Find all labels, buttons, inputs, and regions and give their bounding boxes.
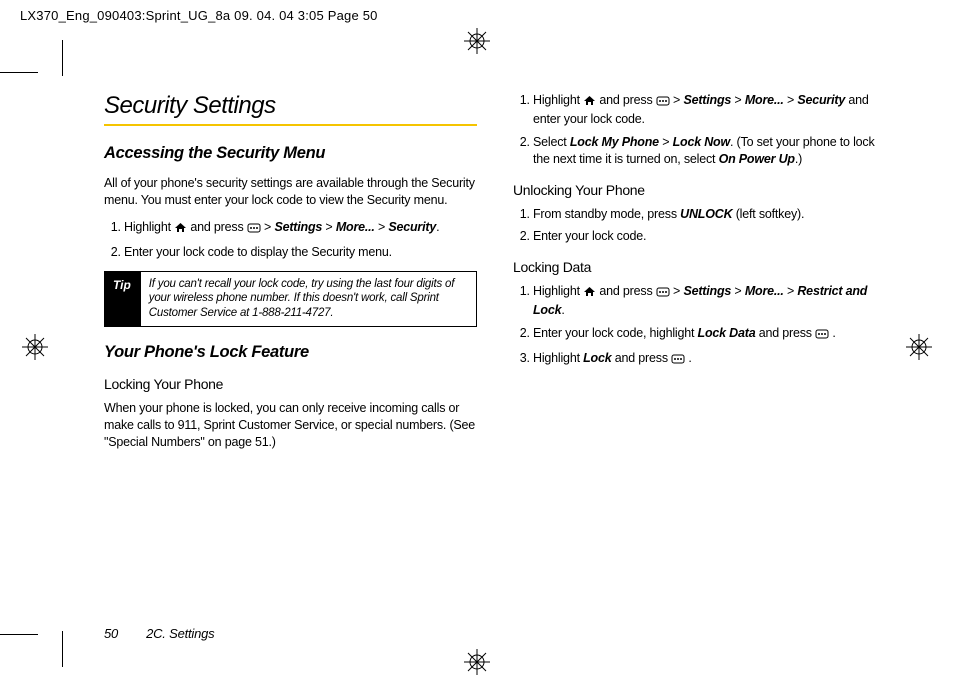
section-label: 2C. Settings <box>146 626 214 641</box>
menu-ok-icon <box>656 285 670 302</box>
step-2: Enter your lock code. <box>533 228 886 245</box>
page-number: 50 <box>104 626 118 641</box>
heading-locking-phone: Locking Your Phone <box>104 376 477 392</box>
menu-ok-icon <box>247 221 261 238</box>
print-header: LX370_Eng_090403:Sprint_UG_8a 09. 04. 04… <box>20 8 378 23</box>
tip-box: Tip If you can't recall your lock code, … <box>104 271 477 328</box>
steps-lock-phone: Highlight and press > Settings > More...… <box>513 92 886 168</box>
registration-mark-top <box>464 28 490 54</box>
steps-unlock: From standby mode, press UNLOCK (left so… <box>513 206 886 246</box>
crop-mark <box>0 72 38 73</box>
page-footer: 50 2C. Settings <box>104 626 214 641</box>
title-rule <box>104 124 477 126</box>
step-1: Highlight and press > Settings > More...… <box>124 219 477 238</box>
tip-label: Tip <box>105 272 141 327</box>
step-1: Highlight and press > Settings > More...… <box>533 92 886 128</box>
step-2: Enter your lock code, highlight Lock Dat… <box>533 325 886 344</box>
steps-access: Highlight and press > Settings > More...… <box>104 219 477 261</box>
step-2: Select Lock My Phone > Lock Now. (To set… <box>533 134 886 168</box>
heading-accessing: Accessing the Security Menu <box>104 144 477 163</box>
heading-lock-feature: Your Phone's Lock Feature <box>104 343 477 362</box>
body-access: All of your phone's security settings ar… <box>104 175 477 209</box>
home-icon <box>174 221 187 238</box>
registration-mark-left <box>22 334 48 360</box>
crop-mark <box>0 634 38 635</box>
menu-ok-icon <box>671 352 685 369</box>
right-column: Highlight and press > Settings > More...… <box>513 92 886 631</box>
page-content: Security Settings Accessing the Security… <box>104 92 886 631</box>
crop-mark <box>62 40 63 76</box>
steps-lock-data: Highlight and press > Settings > More...… <box>513 283 886 369</box>
left-column: Security Settings Accessing the Security… <box>104 92 477 631</box>
crop-mark <box>62 631 63 667</box>
step-1: From standby mode, press UNLOCK (left so… <box>533 206 886 223</box>
heading-locking-data: Locking Data <box>513 259 886 275</box>
menu-ok-icon <box>656 94 670 111</box>
registration-mark-right <box>906 334 932 360</box>
step-3: Highlight Lock and press . <box>533 350 886 369</box>
body-locking: When your phone is locked, you can only … <box>104 400 477 451</box>
step-2: Enter your lock code to display the Secu… <box>124 244 477 261</box>
home-icon <box>583 94 596 111</box>
page-title: Security Settings <box>104 92 477 120</box>
step-1: Highlight and press > Settings > More...… <box>533 283 886 319</box>
home-icon <box>583 285 596 302</box>
tip-text: If you can't recall your lock code, try … <box>141 272 476 327</box>
heading-unlocking: Unlocking Your Phone <box>513 182 886 198</box>
registration-mark-bottom <box>464 649 490 675</box>
menu-ok-icon <box>815 327 829 344</box>
